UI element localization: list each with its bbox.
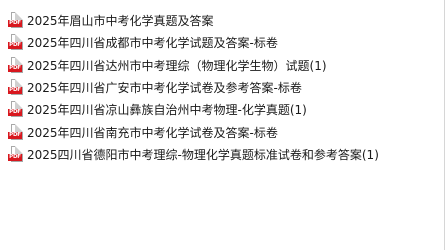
file-item[interactable]: PDF 2025年四川省广安市中考化学试卷及参考答案-标卷 <box>8 77 438 99</box>
pdf-icon: PDF <box>8 123 24 142</box>
file-name: 2025年四川省南充市中考化学试卷及答案-标卷 <box>27 125 278 140</box>
file-name: 2025年四川省成都市中考化学试题及答案-标卷 <box>27 36 278 51</box>
pdf-icon: PDF <box>8 145 24 164</box>
pdf-icon-label: PDF <box>8 153 22 161</box>
pdf-icon: PDF <box>8 79 24 97</box>
pdf-icon: PDF <box>8 56 24 75</box>
file-name: 2025年眉山市中考化学真题及答案 <box>27 14 214 29</box>
file-item[interactable]: PDF 2025年四川省达州市中考理综（物理化学生物）试题(1) <box>8 55 438 77</box>
file-item[interactable]: PDF 2025年四川省南充市中考化学试卷及答案-标卷 <box>8 121 438 143</box>
pdf-icon: PDF <box>8 34 24 52</box>
file-list-pane: PDF 2025年眉山市中考化学真题及答案 PDF 2025年四川省成都市中考化… <box>0 0 445 250</box>
pdf-icon-label: PDF <box>8 20 22 28</box>
file-name: 2025年四川省凉山彝族自治州中考物理-化学真题(1) <box>27 103 307 118</box>
pdf-icon: PDF <box>8 101 24 119</box>
file-name: 2025四川省德阳市中考理综-物理化学真题标准试卷和参考答案(1) <box>27 147 379 162</box>
pdf-icon-label: PDF <box>8 42 22 50</box>
pdf-icon-label: PDF <box>8 87 22 95</box>
pdf-icon-label: PDF <box>8 131 22 139</box>
file-item[interactable]: PDF 2025年眉山市中考化学真题及答案 <box>8 10 438 32</box>
file-list: PDF 2025年眉山市中考化学真题及答案 PDF 2025年四川省成都市中考化… <box>8 10 438 166</box>
pdf-icon-label: PDF <box>8 64 22 72</box>
pdf-icon: PDF <box>8 12 24 30</box>
file-item[interactable]: PDF 2025年四川省成都市中考化学试题及答案-标卷 <box>8 32 438 54</box>
pdf-icon-label: PDF <box>8 109 22 117</box>
file-name: 2025年四川省广安市中考化学试卷及参考答案-标卷 <box>27 81 302 96</box>
file-name: 2025年四川省达州市中考理综（物理化学生物）试题(1) <box>27 58 327 73</box>
file-item[interactable]: PDF 2025年四川省凉山彝族自治州中考物理-化学真题(1) <box>8 99 438 121</box>
file-item[interactable]: PDF 2025四川省德阳市中考理综-物理化学真题标准试卷和参考答案(1) <box>8 144 438 166</box>
